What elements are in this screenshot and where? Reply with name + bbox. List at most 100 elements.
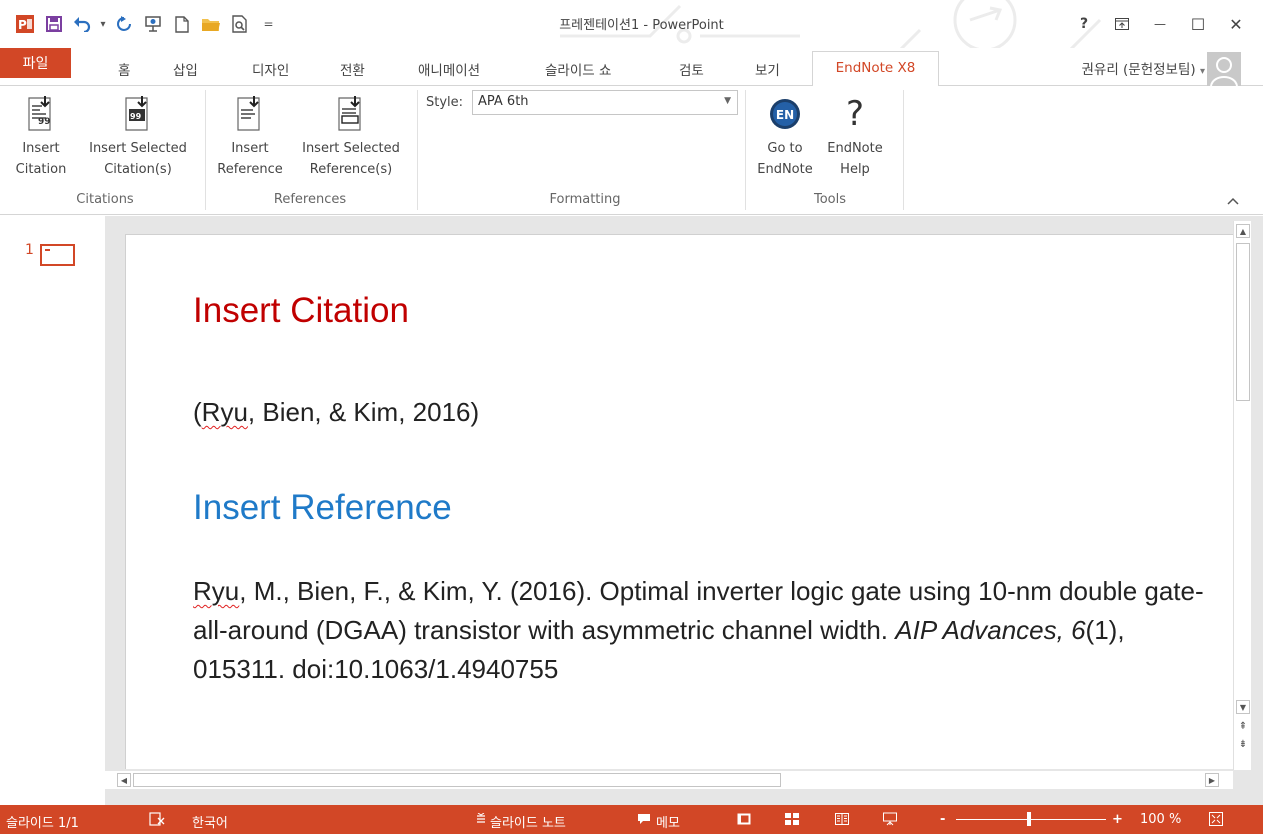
- insert-selected-references-button[interactable]: Insert Selected Reference(s): [292, 90, 410, 180]
- scroll-right-icon[interactable]: ▶: [1205, 773, 1219, 787]
- tab-endnote[interactable]: EndNote X8: [812, 51, 939, 87]
- go-to-endnote-button[interactable]: EN Go to EndNote: [752, 90, 818, 180]
- citation-open-paren: (: [193, 397, 202, 427]
- reading-view-icon[interactable]: [834, 810, 850, 828]
- insert-selected-references-icon: [332, 90, 370, 138]
- zoom-level[interactable]: 100 %: [1140, 812, 1181, 827]
- group-label-formatting: Formatting: [549, 192, 621, 207]
- slide-thumbnail[interactable]: [40, 244, 75, 266]
- window-controls: ? — ☐ ✕: [1065, 10, 1255, 38]
- group-label-references: References: [273, 192, 347, 207]
- ribbon-endnote: 99 Insert Citation 99 Insert Selected Ci…: [0, 86, 1263, 215]
- slide-sorter-icon[interactable]: [784, 810, 800, 828]
- ribbon-display-options-icon[interactable]: [1103, 10, 1141, 38]
- collapse-ribbon-icon[interactable]: [1227, 194, 1239, 208]
- insert-selected-citations-icon: 99: [119, 90, 157, 138]
- close-button[interactable]: ✕: [1217, 10, 1255, 38]
- slide-show-view-icon[interactable]: [882, 810, 898, 828]
- slide-editor: Insert Citation (Ryu, Bien, & Kim, 2016)…: [105, 216, 1263, 805]
- insert-citation-button[interactable]: 99 Insert Citation: [15, 90, 67, 180]
- tab-review[interactable]: 검토: [679, 56, 704, 86]
- reference-journal: AIP Advances, 6: [895, 615, 1086, 645]
- chevron-down-icon: ▼: [724, 96, 731, 106]
- slide-thumbnails-pane: 1: [0, 216, 105, 805]
- comment-icon: [636, 810, 652, 828]
- avatar[interactable]: [1207, 52, 1241, 86]
- tab-view[interactable]: 보기: [755, 56, 780, 86]
- tab-animations[interactable]: 애니메이션: [418, 56, 480, 86]
- go-to-endnote-label-2: EndNote: [757, 162, 813, 177]
- slide-canvas[interactable]: Insert Citation (Ryu, Bien, & Kim, 2016)…: [125, 234, 1233, 769]
- insert-reference-button[interactable]: Insert Reference: [212, 90, 288, 180]
- zoom-out-button[interactable]: -: [940, 812, 945, 827]
- insert-citation-label-2: Citation: [15, 162, 67, 177]
- insert-selected-citations-label-1: Insert Selected: [89, 141, 187, 156]
- group-label-tools: Tools: [813, 192, 847, 207]
- endnote-help-button[interactable]: ? EndNote Help: [823, 90, 887, 180]
- help-icon: ?: [845, 93, 865, 134]
- scroll-left-icon[interactable]: ◀: [117, 773, 131, 787]
- citation-rest: , Bien, & Kim, 2016): [247, 397, 480, 427]
- endnote-badge-text: EN: [776, 108, 794, 122]
- endnote-logo-icon: EN: [766, 90, 804, 138]
- go-to-endnote-label-1: Go to: [767, 141, 803, 156]
- user-account[interactable]: 권유리 (문헌정보팀) ▾: [1081, 58, 1205, 78]
- group-label-citations: Citations: [76, 192, 134, 207]
- ribbon-tabs: 홈 삽입 디자인 전환 애니메이션 슬라이드 쇼 검토 보기 EndNote X…: [0, 48, 1263, 87]
- tab-transitions[interactable]: 전환: [340, 56, 365, 86]
- spelling-error-ryu: Ryu: [201, 397, 248, 427]
- zoom-in-button[interactable]: +: [1112, 812, 1123, 827]
- insert-reference-label-2: Reference: [217, 162, 283, 177]
- endnote-help-label-1: EndNote: [827, 141, 883, 156]
- group-separator: [417, 90, 418, 210]
- insert-citation-icon: 99: [22, 90, 60, 138]
- slide-reference-text[interactable]: Ryu, M., Bien, F., & Kim, Y. (2016). Opt…: [193, 572, 1213, 689]
- slide-citation-text[interactable]: (Ryu, Bien, & Kim, 2016): [193, 397, 479, 428]
- vertical-scrollbar[interactable]: ▲ ▼ ⇞ ⇟: [1233, 221, 1251, 770]
- fit-slide-to-window-icon[interactable]: [1208, 810, 1224, 828]
- tab-home[interactable]: 홈: [118, 56, 130, 86]
- insert-reference-label-1: Insert: [231, 141, 269, 156]
- spelling-error-ryu: Ryu: [193, 576, 240, 606]
- group-separator: [205, 90, 206, 210]
- insert-selected-references-label-2: Reference(s): [309, 162, 393, 177]
- style-dropdown[interactable]: APA 6th ▼: [472, 90, 738, 115]
- status-bar: 슬라이드 1/1 한국어 슬라이드 노트 메모 - + 100 %: [0, 805, 1263, 834]
- zoom-slider-thumb[interactable]: [1027, 812, 1031, 826]
- slide-heading-citation[interactable]: Insert Citation: [193, 291, 409, 331]
- tab-slide-show[interactable]: 슬라이드 쇼: [545, 56, 611, 86]
- zoom-slider-track[interactable]: [956, 819, 1106, 820]
- group-separator: [903, 90, 904, 210]
- style-value: APA 6th: [478, 94, 529, 109]
- insert-citation-label-1: Insert: [22, 141, 60, 156]
- tab-file[interactable]: 파일: [0, 48, 71, 78]
- horizontal-scroll-thumb[interactable]: [133, 773, 781, 787]
- notes-button[interactable]: 슬라이드 노트: [490, 812, 566, 831]
- slide-heading-reference[interactable]: Insert Reference: [193, 488, 452, 528]
- next-slide-icon[interactable]: ⇟: [1236, 737, 1250, 751]
- tab-design[interactable]: 디자인: [252, 56, 289, 86]
- user-dropdown-icon: ▾: [1199, 66, 1205, 77]
- vertical-scroll-thumb[interactable]: [1236, 243, 1250, 401]
- endnote-help-label-2: Help: [840, 162, 870, 177]
- minimize-button[interactable]: —: [1141, 10, 1179, 38]
- language[interactable]: 한국어: [192, 812, 228, 831]
- scroll-up-icon[interactable]: ▲: [1236, 224, 1250, 238]
- group-separator: [745, 90, 746, 210]
- comments-button[interactable]: 메모: [656, 812, 680, 831]
- maximize-button[interactable]: ☐: [1179, 10, 1217, 38]
- help-button[interactable]: ?: [1065, 10, 1103, 38]
- previous-slide-icon[interactable]: ⇞: [1236, 719, 1250, 733]
- insert-reference-icon: [231, 90, 269, 138]
- scroll-down-icon[interactable]: ▼: [1236, 700, 1250, 714]
- insert-selected-citations-label-2: Citation(s): [104, 162, 172, 177]
- svg-text:99: 99: [38, 117, 51, 127]
- normal-view-icon[interactable]: [736, 810, 752, 828]
- horizontal-scrollbar[interactable]: ◀ ▶: [105, 771, 1233, 789]
- spell-check-icon[interactable]: [148, 810, 166, 828]
- svg-text:99: 99: [130, 112, 142, 121]
- notes-icon: [473, 810, 489, 828]
- user-name: 권유리 (문헌정보팀): [1081, 62, 1196, 78]
- tab-insert[interactable]: 삽입: [173, 56, 198, 86]
- insert-selected-citations-button[interactable]: 99 Insert Selected Citation(s): [80, 90, 196, 180]
